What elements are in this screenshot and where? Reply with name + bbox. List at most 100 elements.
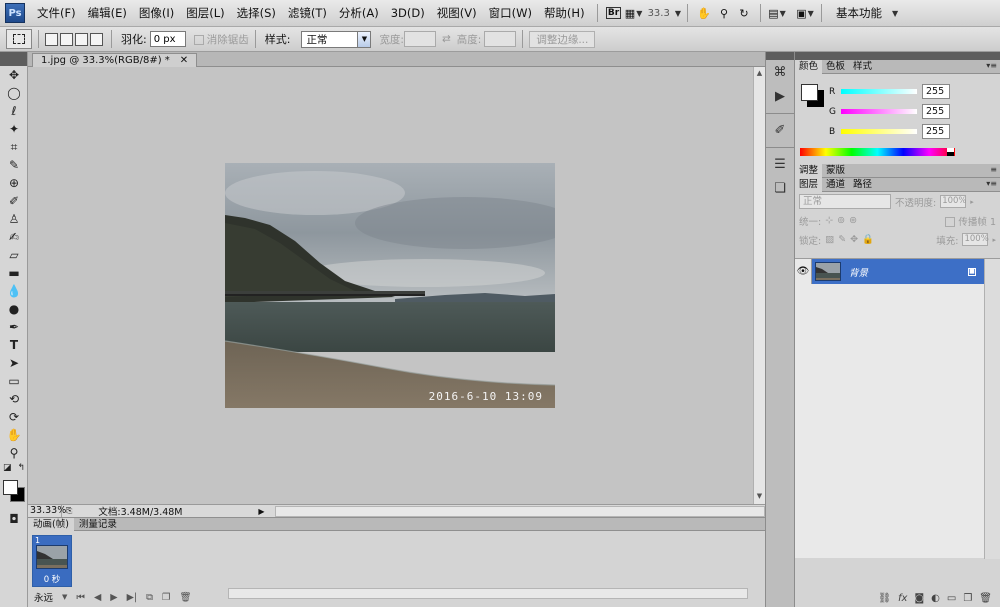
blur-tool[interactable]: 💧 (0, 282, 28, 300)
foreground-color-swatch[interactable] (3, 480, 18, 495)
3d-orbit-tool[interactable]: ⟳ (0, 408, 28, 426)
menu-layer[interactable]: 图层(L) (180, 5, 230, 21)
eraser-tool[interactable]: ▱ (0, 246, 28, 264)
layer-name[interactable]: 背景 (849, 265, 968, 279)
actions-panel-button[interactable]: ▶ (766, 84, 794, 108)
swap-icon[interactable]: ⇄ (442, 33, 451, 45)
menu-file[interactable]: 文件(F) (31, 5, 82, 21)
eye-icon[interactable]: 👁 (795, 259, 812, 284)
green-slider[interactable] (841, 109, 917, 114)
menu-help[interactable]: 帮助(H) (538, 5, 591, 21)
menu-window[interactable]: 窗口(W) (483, 5, 538, 21)
tab-animation-frames[interactable]: 动画(帧) (28, 518, 74, 531)
3d-rotate-tool[interactable]: ⟲ (0, 390, 28, 408)
layer-style-icon[interactable]: fx (898, 593, 907, 604)
tab-swatches[interactable]: 色板 (822, 60, 849, 74)
menu-image[interactable]: 图像(I) (133, 5, 180, 21)
link-layers-icon[interactable]: ⛓ (878, 593, 891, 604)
blue-value[interactable]: 255 (922, 124, 950, 139)
dodge-tool[interactable]: ● (0, 300, 28, 318)
lock-pixels-icon[interactable]: ✎ (838, 234, 846, 245)
scroll-down-icon[interactable]: ▼ (754, 490, 765, 502)
zoom-tool[interactable]: ⚲ (0, 444, 28, 462)
adjustment-layer-icon[interactable]: ◐ (931, 593, 940, 604)
width-input[interactable] (403, 31, 436, 47)
screen-mode-button[interactable]: ▣ ▼ (795, 4, 815, 22)
panel-grip[interactable] (0, 52, 27, 66)
quick-mask-button[interactable]: ◘ (0, 510, 28, 528)
lock-all-icon[interactable]: 🔒 (862, 234, 874, 245)
canvas-vertical-scrollbar[interactable]: ▲ ▼ (753, 67, 765, 504)
default-colors-icon[interactable]: ◪ (3, 463, 12, 473)
lasso-tool[interactable]: ℓ (0, 102, 28, 120)
chevron-down-icon[interactable]: ▼ (62, 593, 67, 601)
history-panel-button[interactable]: ⌘ (766, 60, 794, 84)
rotate-view-button[interactable]: ↻ (734, 4, 754, 22)
opacity-input[interactable]: 100% (940, 195, 967, 208)
layer-row-background[interactable]: 👁 背景 ■ (795, 259, 984, 284)
next-frame-icon[interactable]: ▶| (127, 592, 138, 603)
new-layer-icon[interactable]: ❐ (963, 593, 972, 604)
bridge-button[interactable]: Br (604, 4, 624, 22)
antialias-checkbox[interactable]: 消除锯齿 (193, 32, 249, 47)
previous-frame-icon[interactable]: ◀ (94, 592, 101, 603)
loop-select[interactable]: 永远 (34, 590, 53, 604)
workspace-switcher[interactable]: 基本功能 (836, 5, 882, 21)
red-slider[interactable] (841, 89, 917, 94)
panel-grip[interactable] (766, 52, 794, 60)
brushes-panel-button[interactable]: ✐ (766, 118, 794, 142)
black-white-ramp[interactable] (947, 148, 954, 156)
chevron-down-icon[interactable]: ▼ (892, 9, 898, 18)
new-group-icon[interactable]: ▭ (947, 593, 956, 604)
tab-color[interactable]: 颜色 (795, 60, 823, 74)
foreground-color-swatch[interactable] (801, 84, 818, 101)
frame-delay[interactable]: 0 秒 (33, 573, 71, 585)
animation-frame[interactable]: 1 0 秒 (32, 535, 72, 587)
arrange-documents-button[interactable]: ▤ ▼ (767, 4, 787, 22)
canvas-horizontal-scrollbar[interactable] (274, 505, 765, 517)
height-input[interactable] (484, 31, 517, 47)
feather-input[interactable] (149, 31, 186, 47)
gradient-tool[interactable]: ▬ (0, 264, 28, 282)
delete-frame-icon[interactable]: 🗑 (179, 592, 191, 603)
unify-visibility-icon[interactable]: ⊚ (837, 215, 845, 226)
style-select[interactable]: 正常 ▼ (301, 30, 372, 48)
clone-source-panel-button[interactable]: ❏ (766, 176, 794, 200)
type-tool[interactable]: T (0, 336, 28, 354)
hand-tool[interactable]: ✋ (0, 426, 28, 444)
tab-channels[interactable]: 通道 (822, 178, 849, 192)
add-selection-button[interactable] (60, 32, 73, 46)
tab-layers[interactable]: 图层 (795, 178, 823, 192)
paragraph-panel-button[interactable]: ☰ (766, 152, 794, 176)
green-value[interactable]: 255 (922, 104, 950, 119)
menu-edit[interactable]: 编辑(E) (82, 5, 133, 21)
tab-paths[interactable]: 路径 (849, 178, 876, 192)
blend-mode-select[interactable]: 正常 (799, 194, 891, 209)
add-mask-icon[interactable]: ◙ (914, 593, 924, 604)
red-value[interactable]: 255 (922, 84, 950, 99)
status-arrow-icon[interactable]: ▶ (258, 507, 264, 516)
menu-analysis[interactable]: 分析(A) (333, 5, 385, 21)
color-spectrum-ramp[interactable] (800, 148, 955, 156)
delete-layer-icon[interactable]: 🗑 (979, 593, 992, 604)
clone-stamp-tool[interactable]: ♙ (0, 210, 28, 228)
chevron-right-icon[interactable]: ▸ (992, 236, 996, 244)
close-icon[interactable]: ✕ (180, 55, 188, 66)
panel-menu-icon[interactable]: ▾≡ (986, 61, 997, 70)
layers-scrollbar[interactable] (984, 259, 1000, 559)
play-icon[interactable]: ▶ (110, 592, 117, 603)
duplicate-frame-icon[interactable]: ❐ (162, 592, 171, 603)
first-frame-icon[interactable]: ⏮ (76, 592, 85, 603)
menu-filter[interactable]: 滤镜(T) (282, 5, 333, 21)
panel-grip[interactable] (795, 52, 1000, 60)
tool-preset-picker[interactable] (6, 29, 32, 49)
new-selection-button[interactable] (45, 32, 58, 46)
menu-3d[interactable]: 3D(D) (385, 6, 431, 20)
subtract-selection-button[interactable] (75, 32, 88, 46)
brush-tool[interactable]: ✐ (0, 192, 28, 210)
document-canvas-area[interactable]: 2016-6-10 13:09 (28, 67, 753, 504)
scroll-track[interactable] (754, 79, 765, 490)
eyedropper-tool[interactable]: ✎ (0, 156, 28, 174)
blue-slider[interactable] (841, 129, 917, 134)
chevron-down-icon[interactable]: ▼ (675, 9, 681, 18)
